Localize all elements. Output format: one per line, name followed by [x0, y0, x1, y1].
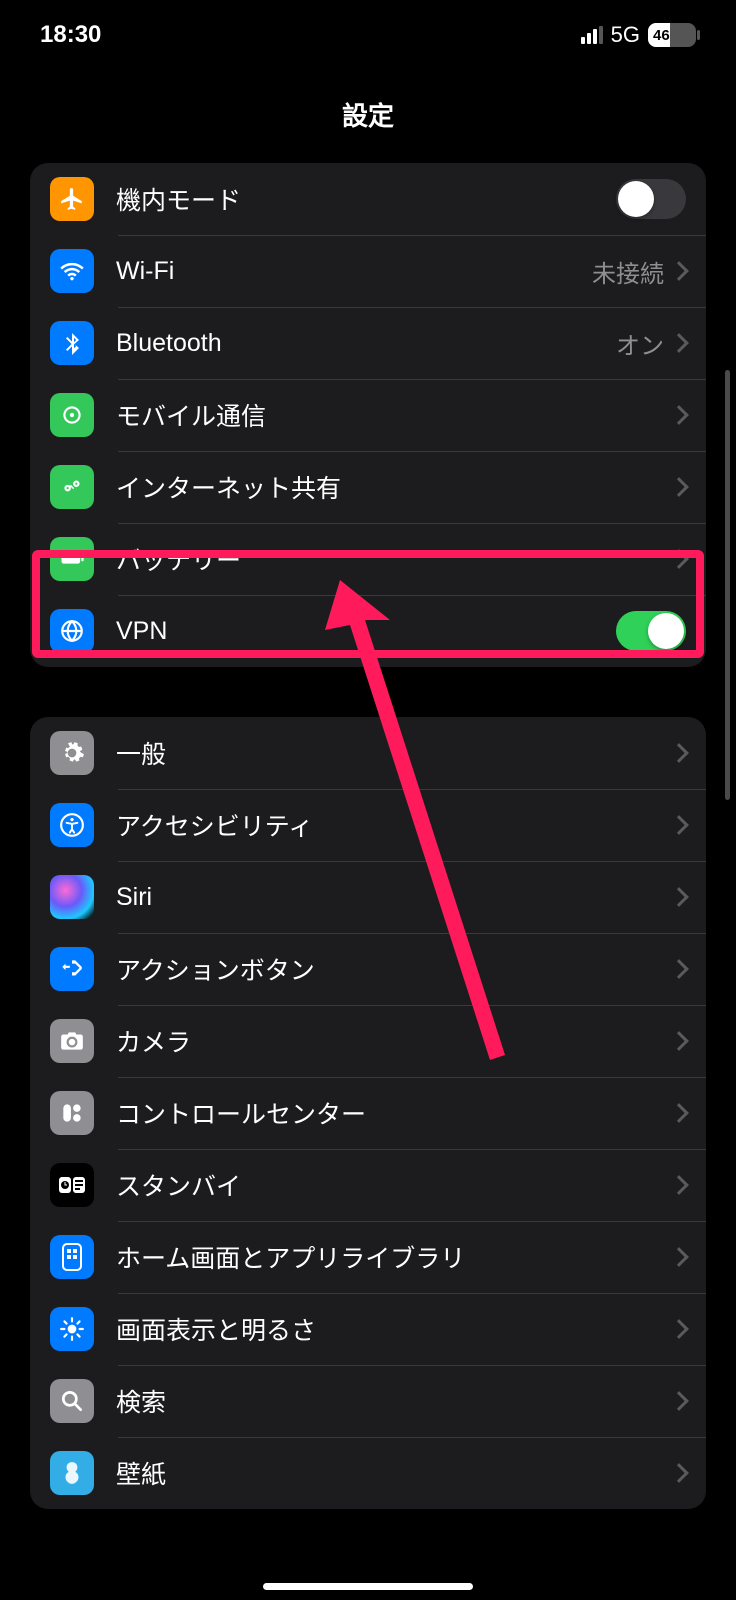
vpn-toggle[interactable] [616, 611, 686, 651]
cellular-icon [50, 393, 94, 437]
network-label: 5G [611, 22, 640, 48]
vpn-icon [50, 609, 94, 653]
row-wallpaper[interactable]: 壁紙 [30, 1437, 706, 1509]
accessibility-icon [50, 803, 94, 847]
row-label: VPN [116, 617, 616, 646]
status-time: 18:30 [40, 21, 101, 49]
action-button-icon [50, 947, 94, 991]
chevron-icon [669, 261, 689, 281]
row-label: 一般 [116, 735, 672, 771]
row-label: Siri [116, 883, 672, 912]
control-center-icon [50, 1091, 94, 1135]
row-label: 壁紙 [116, 1455, 672, 1491]
row-hotspot[interactable]: インターネット共有 [30, 451, 706, 523]
home-screen-icon [50, 1235, 94, 1279]
search-icon [50, 1379, 94, 1423]
page-title: 設定 [0, 70, 736, 163]
row-label: インターネット共有 [116, 469, 672, 505]
signal-icon [581, 26, 603, 44]
bluetooth-icon [50, 321, 94, 365]
row-standby[interactable]: スタンバイ [30, 1149, 706, 1221]
chevron-icon [669, 1391, 689, 1411]
chevron-icon [669, 405, 689, 425]
airplane-icon [50, 177, 94, 221]
row-label: スタンバイ [116, 1167, 672, 1203]
scroll-indicator [725, 370, 730, 800]
row-label: Wi-Fi [116, 257, 592, 286]
wallpaper-icon [50, 1451, 94, 1495]
home-indicator [263, 1583, 473, 1590]
row-label: 画面表示と明るさ [116, 1311, 672, 1347]
row-label: 機内モード [116, 181, 616, 217]
row-airplane-mode[interactable]: 機内モード [30, 163, 706, 235]
row-camera[interactable]: カメラ [30, 1005, 706, 1077]
chevron-icon [669, 959, 689, 979]
chevron-icon [669, 549, 689, 569]
brightness-icon [50, 1307, 94, 1351]
row-bluetooth[interactable]: Bluetooth オン [30, 307, 706, 379]
wifi-icon [50, 249, 94, 293]
chevron-icon [669, 1463, 689, 1483]
gear-icon [50, 731, 94, 775]
status-right: 5G 46 [581, 22, 696, 48]
camera-icon [50, 1019, 94, 1063]
battery-percent: 46 [648, 27, 670, 44]
row-wifi[interactable]: Wi-Fi 未接続 [30, 235, 706, 307]
settings-group-connectivity: 機内モード Wi-Fi 未接続 Bluetooth オン モバイル通信 [30, 163, 706, 667]
battery-icon: 46 [648, 23, 696, 47]
row-general[interactable]: 一般 [30, 717, 706, 789]
row-label: アクションボタン [116, 951, 672, 987]
chevron-icon [669, 887, 689, 907]
row-display-brightness[interactable]: 画面表示と明るさ [30, 1293, 706, 1365]
chevron-icon [669, 1031, 689, 1051]
status-bar: 18:30 5G 46 [0, 0, 736, 70]
row-label: 検索 [116, 1383, 672, 1419]
row-value: オン [616, 326, 664, 361]
chevron-icon [669, 1103, 689, 1123]
chevron-icon [669, 1319, 689, 1339]
row-siri[interactable]: Siri [30, 861, 706, 933]
row-battery[interactable]: バッテリー [30, 523, 706, 595]
row-control-center[interactable]: コントロールセンター [30, 1077, 706, 1149]
chevron-icon [669, 743, 689, 763]
row-vpn[interactable]: VPN [30, 595, 706, 667]
chevron-icon [669, 1175, 689, 1195]
row-cellular[interactable]: モバイル通信 [30, 379, 706, 451]
row-label: バッテリー [116, 541, 672, 577]
chevron-icon [669, 1247, 689, 1267]
row-search[interactable]: 検索 [30, 1365, 706, 1437]
chevron-icon [669, 333, 689, 353]
row-value: 未接続 [592, 254, 664, 289]
row-label: アクセシビリティ [116, 807, 672, 843]
row-action-button[interactable]: アクションボタン [30, 933, 706, 1005]
settings-group-general: 一般 アクセシビリティ Siri アクションボタン カメ [30, 717, 706, 1509]
chevron-icon [669, 477, 689, 497]
row-label: Bluetooth [116, 329, 616, 358]
row-label: モバイル通信 [116, 397, 672, 433]
standby-icon [50, 1163, 94, 1207]
battery-icon [50, 537, 94, 581]
chevron-icon [669, 815, 689, 835]
row-label: ホーム画面とアプリライブラリ [116, 1239, 672, 1275]
row-home-screen[interactable]: ホーム画面とアプリライブラリ [30, 1221, 706, 1293]
hotspot-icon [50, 465, 94, 509]
row-accessibility[interactable]: アクセシビリティ [30, 789, 706, 861]
airplane-toggle[interactable] [616, 179, 686, 219]
row-label: コントロールセンター [116, 1095, 672, 1131]
siri-icon [50, 875, 94, 919]
row-label: カメラ [116, 1023, 672, 1059]
